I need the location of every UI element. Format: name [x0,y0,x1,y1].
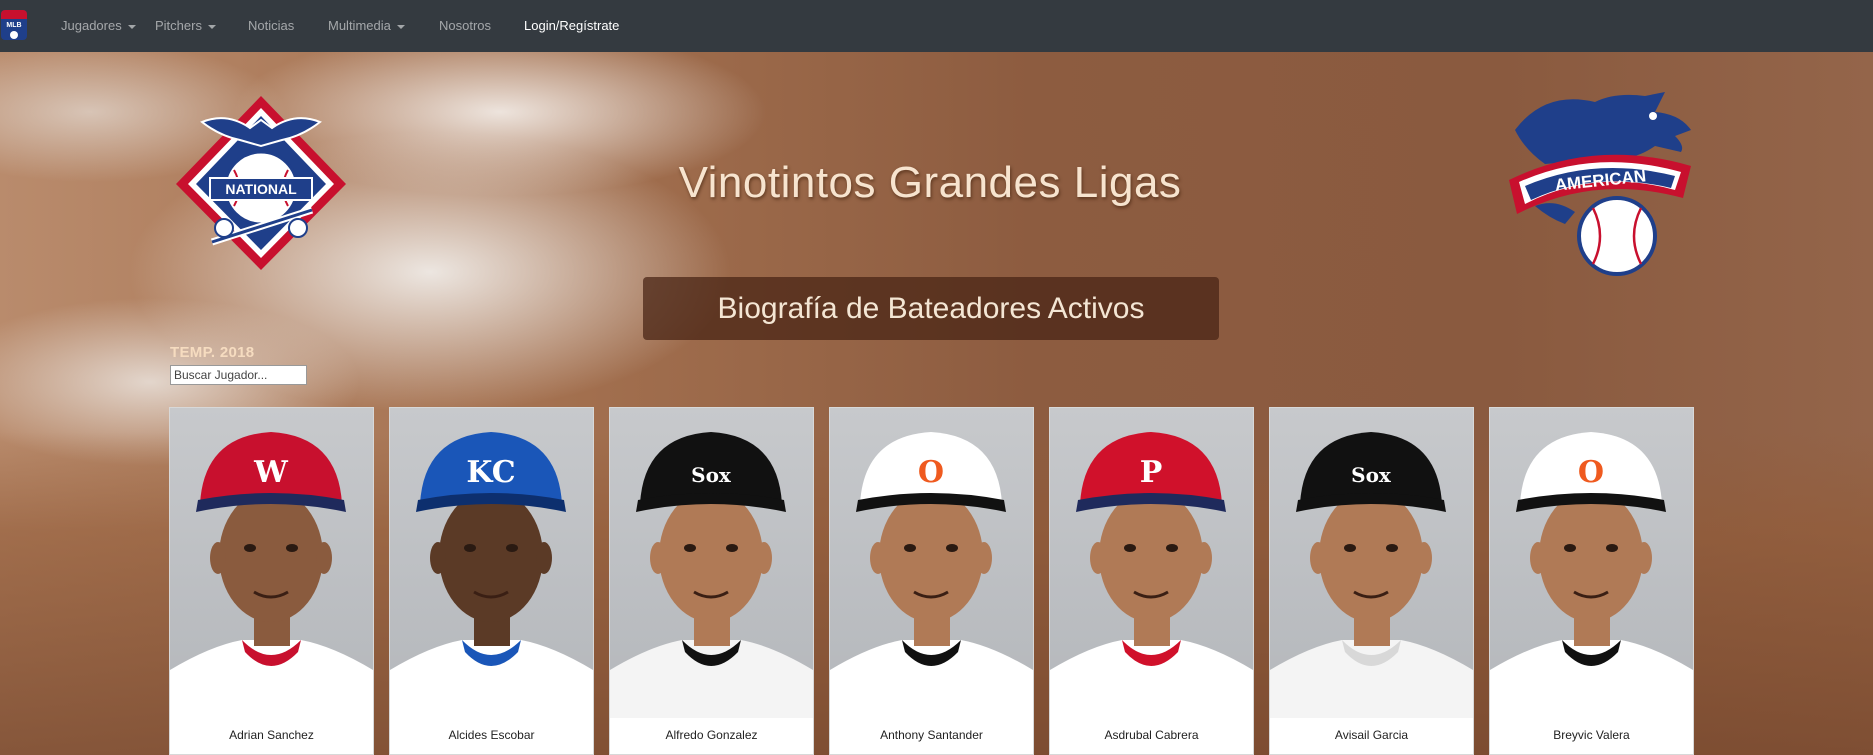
player-card[interactable]: KC Alcides Escobar [389,407,594,755]
chevron-down-icon [207,24,216,29]
nav-jugadores[interactable]: Jugadores [61,0,136,52]
chevron-down-icon [127,24,136,29]
nav-multimedia-label: Multimedia [328,18,391,33]
nav-multimedia[interactable]: Multimedia [328,0,405,52]
svg-text:KC: KC [466,455,515,490]
nav-login-label: Login/Regístrate [524,18,620,33]
section-subtitle: Biografía de Bateadores Activos [643,277,1219,340]
player-photo: O [1490,408,1693,718]
player-card[interactable]: Sox Avisail Garcia [1269,407,1474,755]
player-card[interactable]: Sox Alfredo Gonzalez [609,407,814,755]
player-headshot-icon: KC [390,432,593,718]
player-card[interactable]: W Adrian Sanchez [169,407,374,755]
player-headshot-icon: Sox [1270,432,1473,718]
player-photo: KC [390,408,593,718]
player-name[interactable]: Adrian Sanchez [170,728,373,742]
player-headshot-icon: Sox [610,432,813,718]
player-headshot-icon: P [1050,432,1253,718]
svg-text:O: O [1578,455,1604,490]
mlb-logo-stripe [1,10,27,19]
national-logo-text: NATIONAL [225,181,297,197]
svg-text:Sox: Sox [1351,463,1392,487]
svg-text:Sox: Sox [691,463,732,487]
nav-noticias-label: Noticias [248,18,295,33]
player-name[interactable]: Alfredo Gonzalez [610,728,813,742]
svg-text:O: O [918,455,944,490]
search-player-input[interactable] [170,365,307,385]
player-headshot-icon: W [170,432,373,718]
season-label: TEMP. 2018 [170,344,255,361]
mlb-logo-ball [10,31,18,39]
chevron-down-icon [396,24,405,29]
player-name[interactable]: Anthony Santander [830,728,1033,742]
nav-noticias[interactable]: Noticias [248,0,294,52]
mlb-logo[interactable]: MLB [1,10,27,40]
player-card[interactable]: P Asdrubal Cabrera [1049,407,1254,755]
nav-login[interactable]: Login/Regístrate [524,0,619,52]
player-photo: W [170,408,373,718]
site-title: Vinotintos Grandes Ligas [678,158,1182,207]
player-name[interactable]: Avisail Garcia [1270,728,1473,742]
navbar: MLB Jugadores Pitchers Noticias Multimed… [0,0,1873,52]
player-headshot-icon: O [830,432,1033,718]
player-photo: P [1050,408,1253,718]
player-name[interactable]: Breyvic Valera [1490,728,1693,742]
nav-jugadores-label: Jugadores [61,18,122,33]
player-photo: O [830,408,1033,718]
nav-pitchers[interactable]: Pitchers [155,0,216,52]
mlb-logo-text: MLB [6,22,22,29]
player-card[interactable]: O Breyvic Valera [1489,407,1694,755]
player-name[interactable]: Asdrubal Cabrera [1050,728,1253,742]
nav-nosotros[interactable]: Nosotros [439,0,491,52]
player-photo: Sox [1270,408,1473,718]
player-headshot-icon: O [1490,432,1693,718]
player-photo: Sox [610,408,813,718]
nav-nosotros-label: Nosotros [439,18,492,33]
player-card[interactable]: O Anthony Santander [829,407,1034,755]
svg-text:P: P [1140,455,1163,490]
american-league-logo: AMERICAN [1509,92,1691,276]
player-name[interactable]: Alcides Escobar [390,728,593,742]
national-league-logo: NATIONAL [176,96,346,270]
nav-pitchers-label: Pitchers [155,18,202,33]
svg-text:W: W [253,455,289,490]
